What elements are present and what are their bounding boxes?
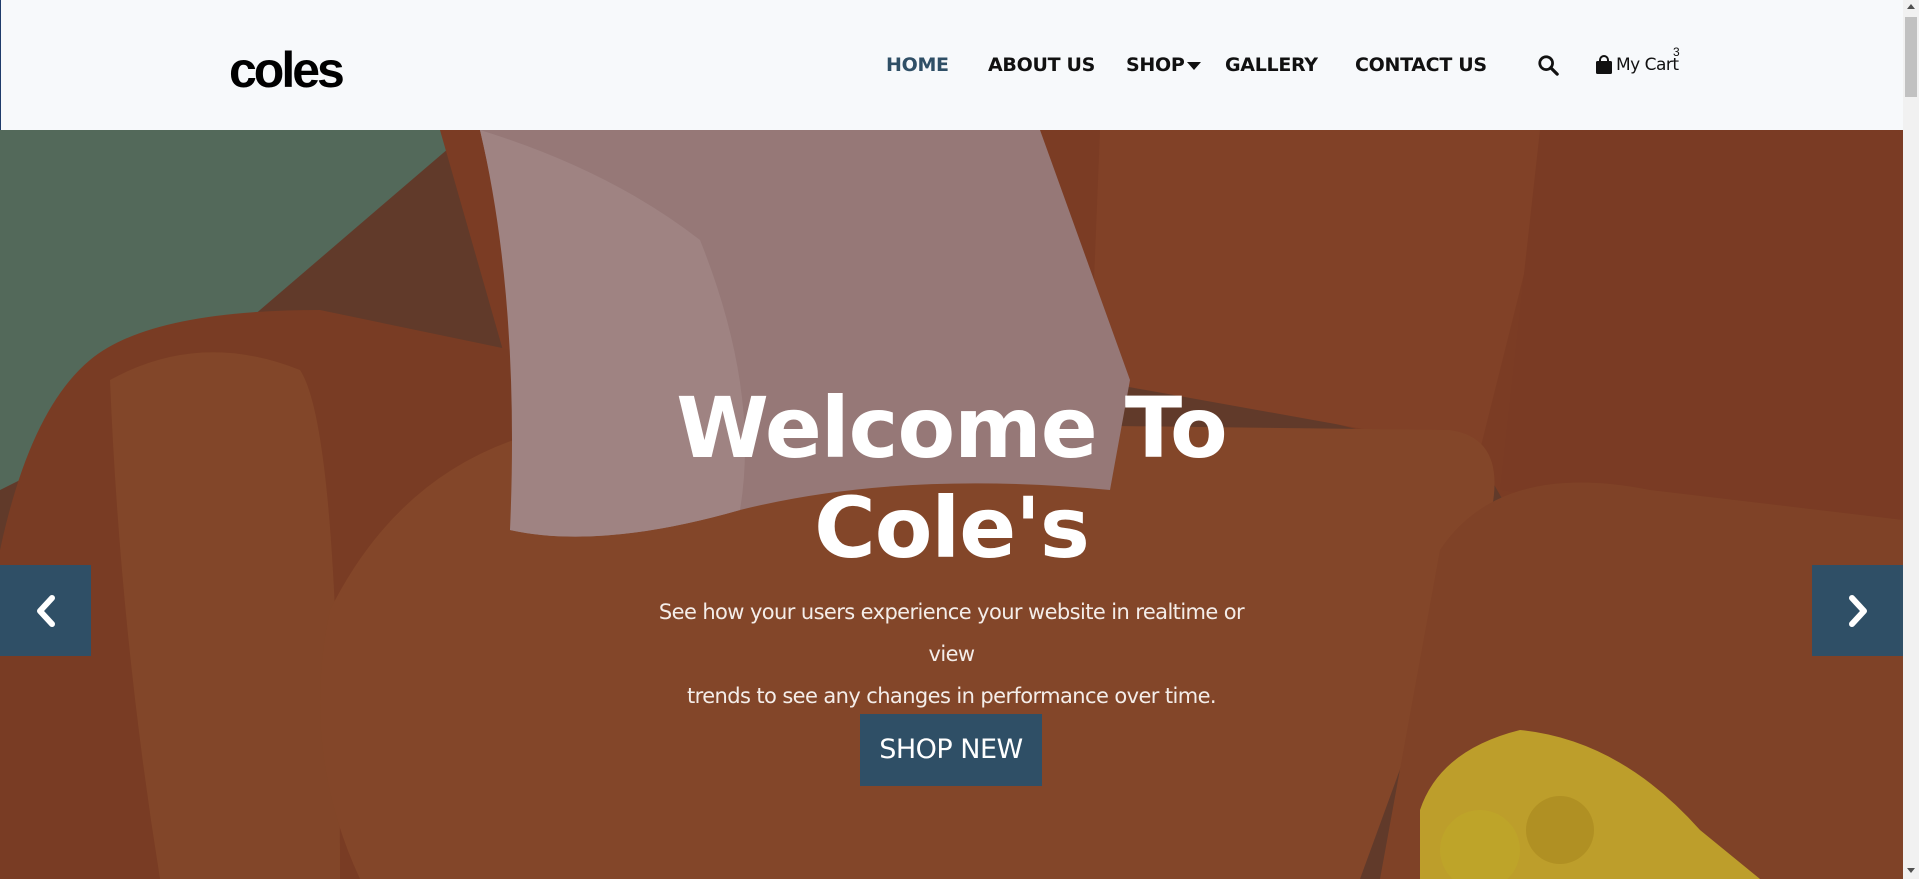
site-header: coles HOME ABOUT US SHOP GALLERY CONTACT… [0, 0, 1903, 130]
shopping-bag-icon [1596, 55, 1612, 74]
nav-shop[interactable]: SHOP [1126, 48, 1185, 82]
cart-count-badge: 3 [1673, 45, 1680, 59]
search-icon[interactable] [1537, 54, 1559, 76]
nav-home[interactable]: HOME [886, 48, 949, 82]
page-scrollbar[interactable] [1903, 0, 1919, 879]
slider-next-button[interactable] [1812, 565, 1903, 656]
hero-subtitle-line-1: See how your users experience your websi… [658, 600, 1245, 666]
slider-prev-button[interactable] [0, 565, 91, 656]
chevron-left-icon [36, 594, 55, 627]
chevron-down-icon[interactable] [1187, 62, 1201, 70]
chevron-right-icon [1848, 594, 1867, 627]
hero-title: Welcome To Cole's [560, 378, 1343, 578]
scrollbar-thumb[interactable] [1905, 17, 1917, 97]
nav-contact-us[interactable]: CONTACT US [1355, 48, 1487, 82]
hero-subtitle: See how your users experience your websi… [640, 591, 1263, 717]
hero-title-line-1: Welcome To [676, 379, 1228, 477]
cart-link[interactable]: My Cart [1595, 50, 1679, 80]
page: coles HOME ABOUT US SHOP GALLERY CONTACT… [0, 0, 1903, 879]
nav-gallery[interactable]: GALLERY [1225, 48, 1318, 82]
hero-title-line-2: Cole's [814, 479, 1090, 577]
nav-about-us[interactable]: ABOUT US [988, 48, 1095, 82]
hero-subtitle-line-2: trends to see any changes in performance… [687, 684, 1217, 708]
hero-slider: Welcome To Cole's See how your users exp… [0, 130, 1903, 879]
scroll-up-icon[interactable] [1907, 4, 1915, 9]
logo[interactable]: coles [229, 40, 345, 100]
cart-label: My Cart [1616, 55, 1679, 75]
shop-new-button[interactable]: SHOP NEW [860, 714, 1042, 786]
scroll-down-icon[interactable] [1907, 868, 1915, 873]
